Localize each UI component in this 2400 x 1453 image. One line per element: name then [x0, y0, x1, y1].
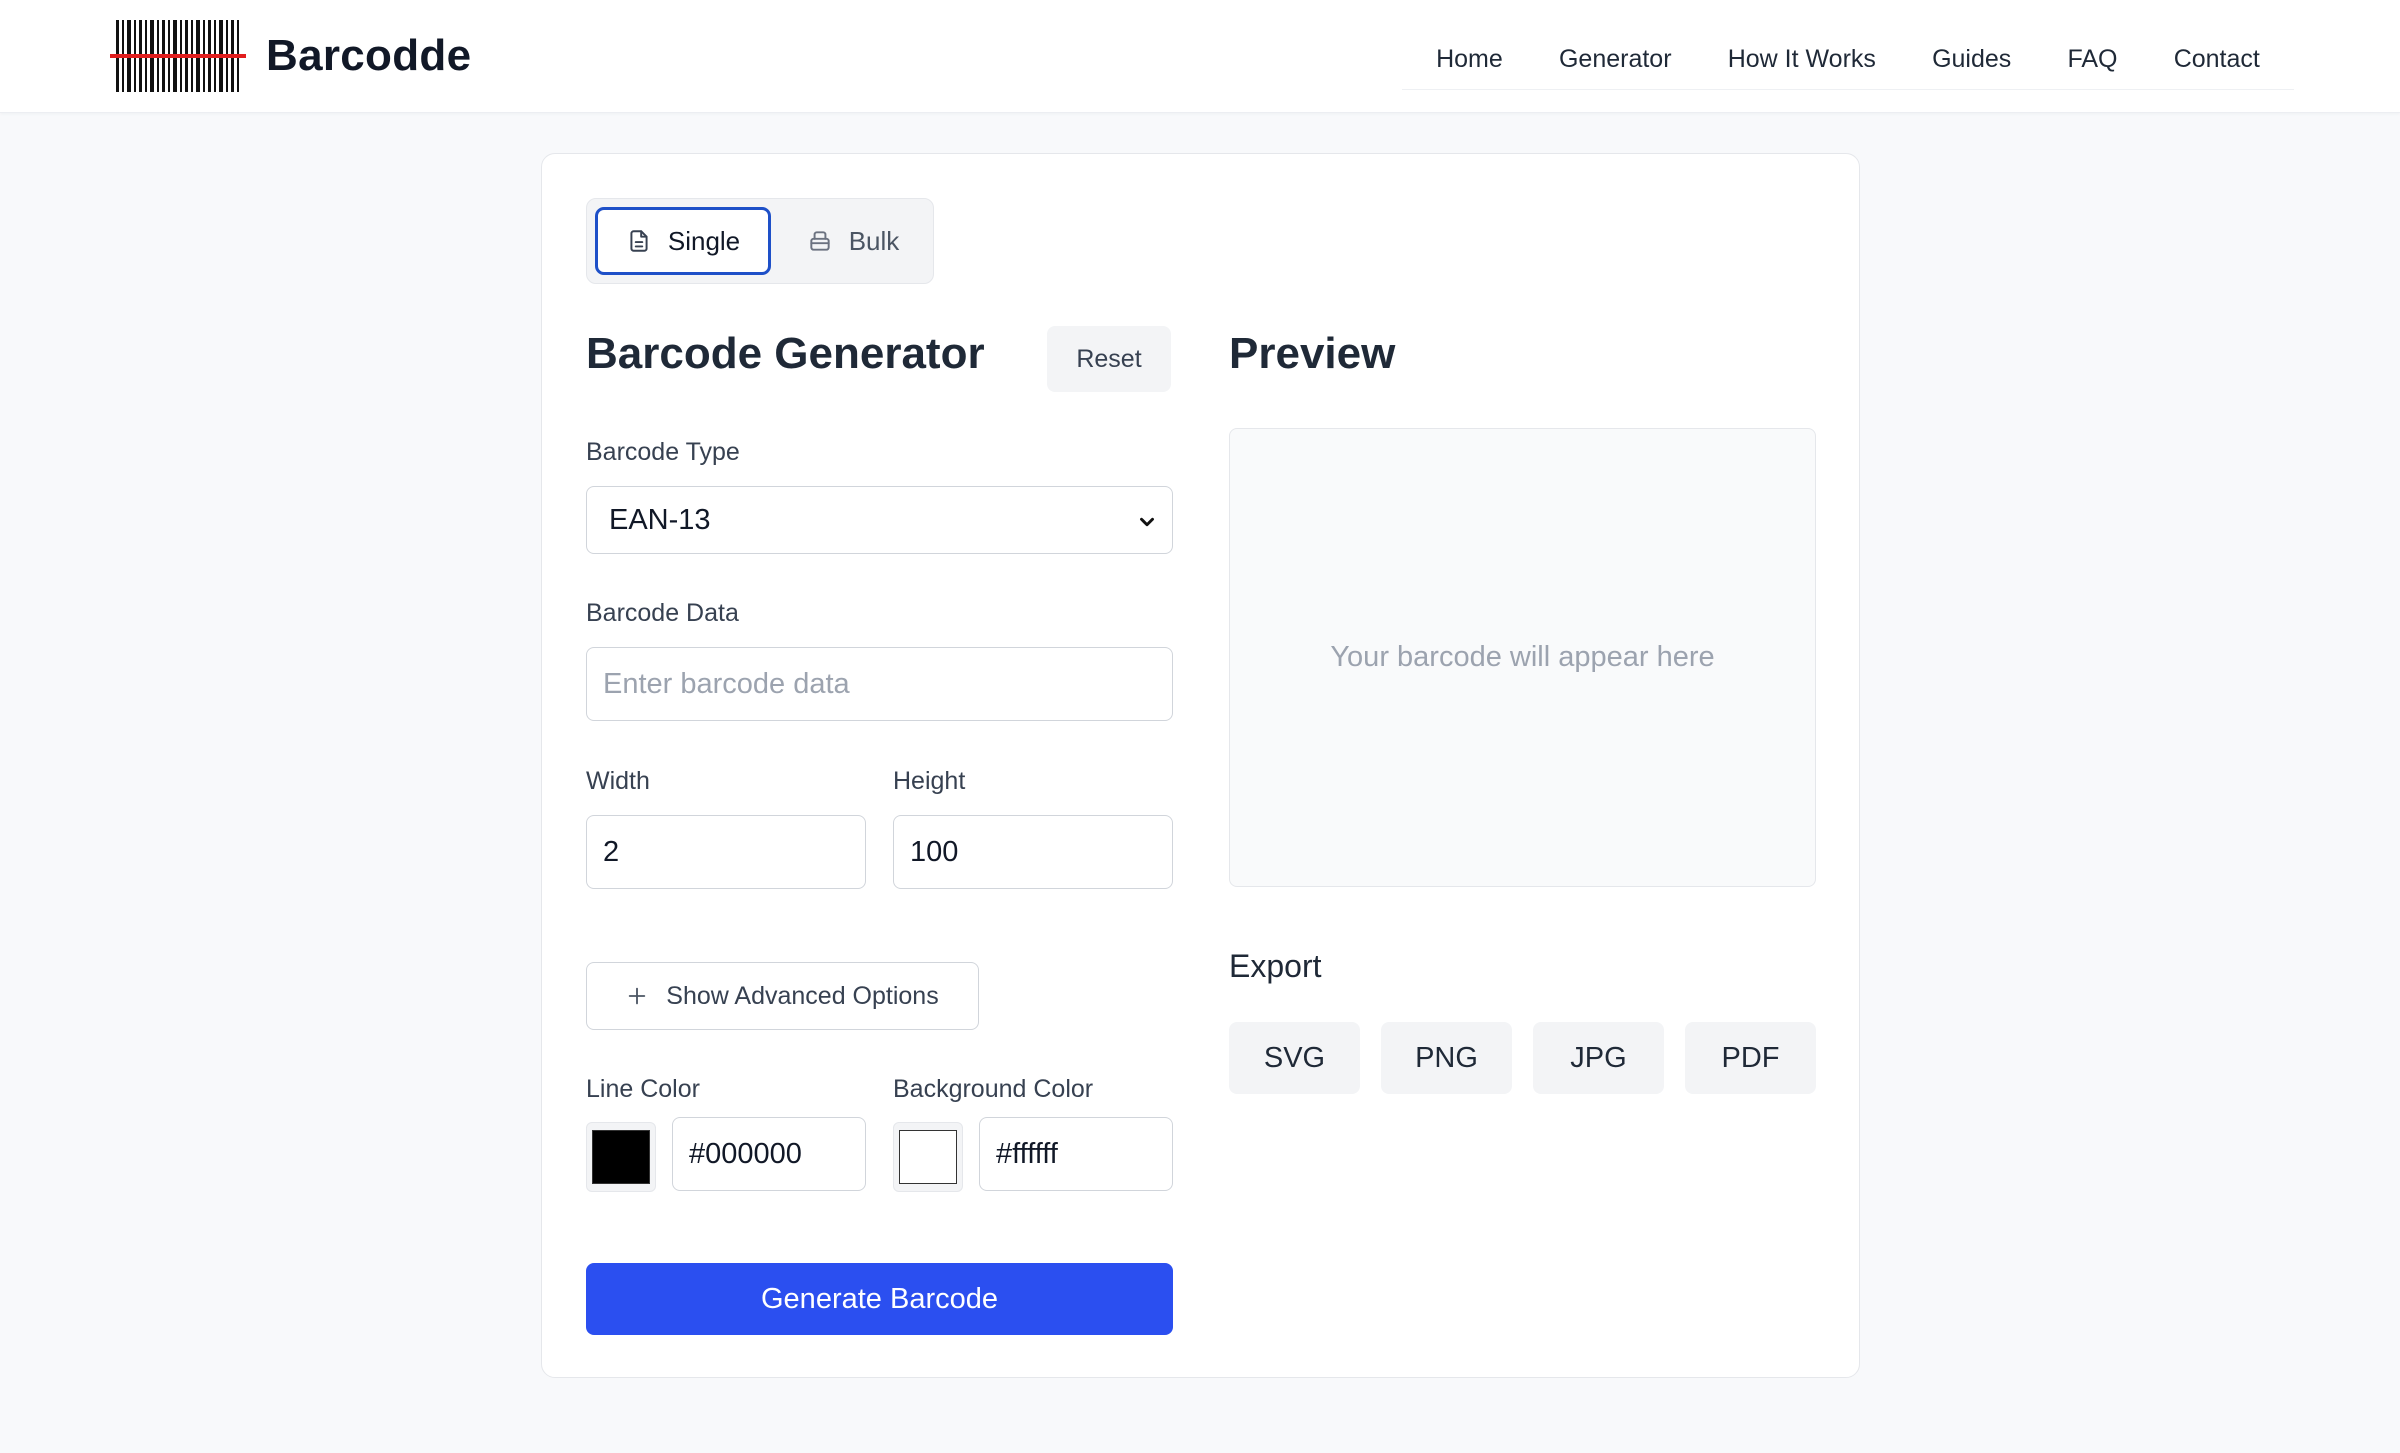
width-value: 2 [603, 835, 620, 868]
barcode-logo-icon [110, 20, 246, 92]
preview-title: Preview [1229, 329, 1396, 378]
height-input[interactable]: 100 [893, 815, 1173, 889]
top-header: Barcodde Home Generator How It Works Gui… [0, 0, 2400, 113]
export-pdf-label: PDF [1721, 1041, 1780, 1074]
barcode-type-value: EAN-13 [609, 503, 711, 536]
height-value: 100 [910, 835, 959, 868]
brand-name: Barcodde [266, 31, 472, 80]
stack-icon [810, 231, 830, 251]
main-nav: Home Generator How It Works Guides FAQ C… [1402, 30, 2294, 90]
plus-icon [629, 987, 646, 1005]
generate-barcode-label: Generate Barcode [761, 1282, 998, 1315]
background-color-value: #ffffff [996, 1137, 1058, 1170]
tab-single[interactable]: Single [595, 207, 771, 275]
brand-logo[interactable]: Barcodde [110, 20, 471, 92]
show-advanced-options-button[interactable]: Show Advanced Options [586, 962, 979, 1030]
generator-title: Barcode Generator [586, 329, 985, 378]
tab-bulk[interactable]: Bulk [783, 207, 923, 275]
nav-home[interactable]: Home [1436, 45, 1503, 74]
reset-button[interactable]: Reset [1047, 326, 1171, 392]
line-color-value: #000000 [689, 1137, 802, 1170]
background-color-label: Background Color [893, 1075, 1094, 1103]
export-png-button[interactable]: PNG [1381, 1022, 1512, 1094]
barcode-data-label: Barcode Data [586, 599, 739, 627]
generator-card: Single Bulk Barcode Generator Reset Barc… [541, 153, 1860, 1378]
line-color-swatch[interactable] [586, 1122, 656, 1192]
show-advanced-options-label: Show Advanced Options [666, 981, 939, 1010]
barcode-type-select[interactable]: EAN-13 [586, 486, 1173, 554]
background-color-swatch-fill [899, 1130, 957, 1184]
generate-barcode-button[interactable]: Generate Barcode [586, 1263, 1173, 1335]
nav-faq[interactable]: FAQ [2067, 45, 2117, 74]
nav-how-it-works[interactable]: How It Works [1728, 45, 1876, 74]
background-color-swatch[interactable] [893, 1122, 963, 1192]
barcode-preview-area: Your barcode will appear here [1229, 428, 1816, 887]
preview-placeholder: Your barcode will appear here [1330, 641, 1715, 673]
nav-contact[interactable]: Contact [2174, 45, 2260, 74]
nav-guides[interactable]: Guides [1932, 45, 2011, 74]
export-pdf-button[interactable]: PDF [1685, 1022, 1816, 1094]
width-input[interactable]: 2 [586, 815, 866, 889]
export-png-label: PNG [1415, 1041, 1478, 1074]
export-title: Export [1229, 948, 1322, 984]
document-icon [630, 230, 648, 252]
export-jpg-label: JPG [1570, 1041, 1627, 1074]
export-svg-label: SVG [1263, 1041, 1326, 1074]
tab-bulk-label: Bulk [848, 225, 900, 256]
barcode-data-placeholder: Enter barcode data [603, 667, 850, 700]
tab-single-label: Single [667, 225, 741, 256]
nav-generator[interactable]: Generator [1559, 45, 1672, 74]
export-svg-button[interactable]: SVG [1229, 1022, 1360, 1094]
width-label: Width [586, 767, 650, 795]
height-label: Height [893, 767, 966, 795]
line-color-input[interactable]: #000000 [672, 1117, 866, 1191]
background-color-input[interactable]: #ffffff [979, 1117, 1173, 1191]
barcode-data-input[interactable]: Enter barcode data [586, 647, 1173, 721]
mode-tabs: Single Bulk [586, 198, 934, 284]
line-color-swatch-fill [592, 1130, 650, 1184]
barcode-type-label: Barcode Type [586, 438, 740, 466]
chevron-down-icon [1140, 517, 1154, 527]
export-jpg-button[interactable]: JPG [1533, 1022, 1664, 1094]
line-color-label: Line Color [586, 1075, 700, 1103]
